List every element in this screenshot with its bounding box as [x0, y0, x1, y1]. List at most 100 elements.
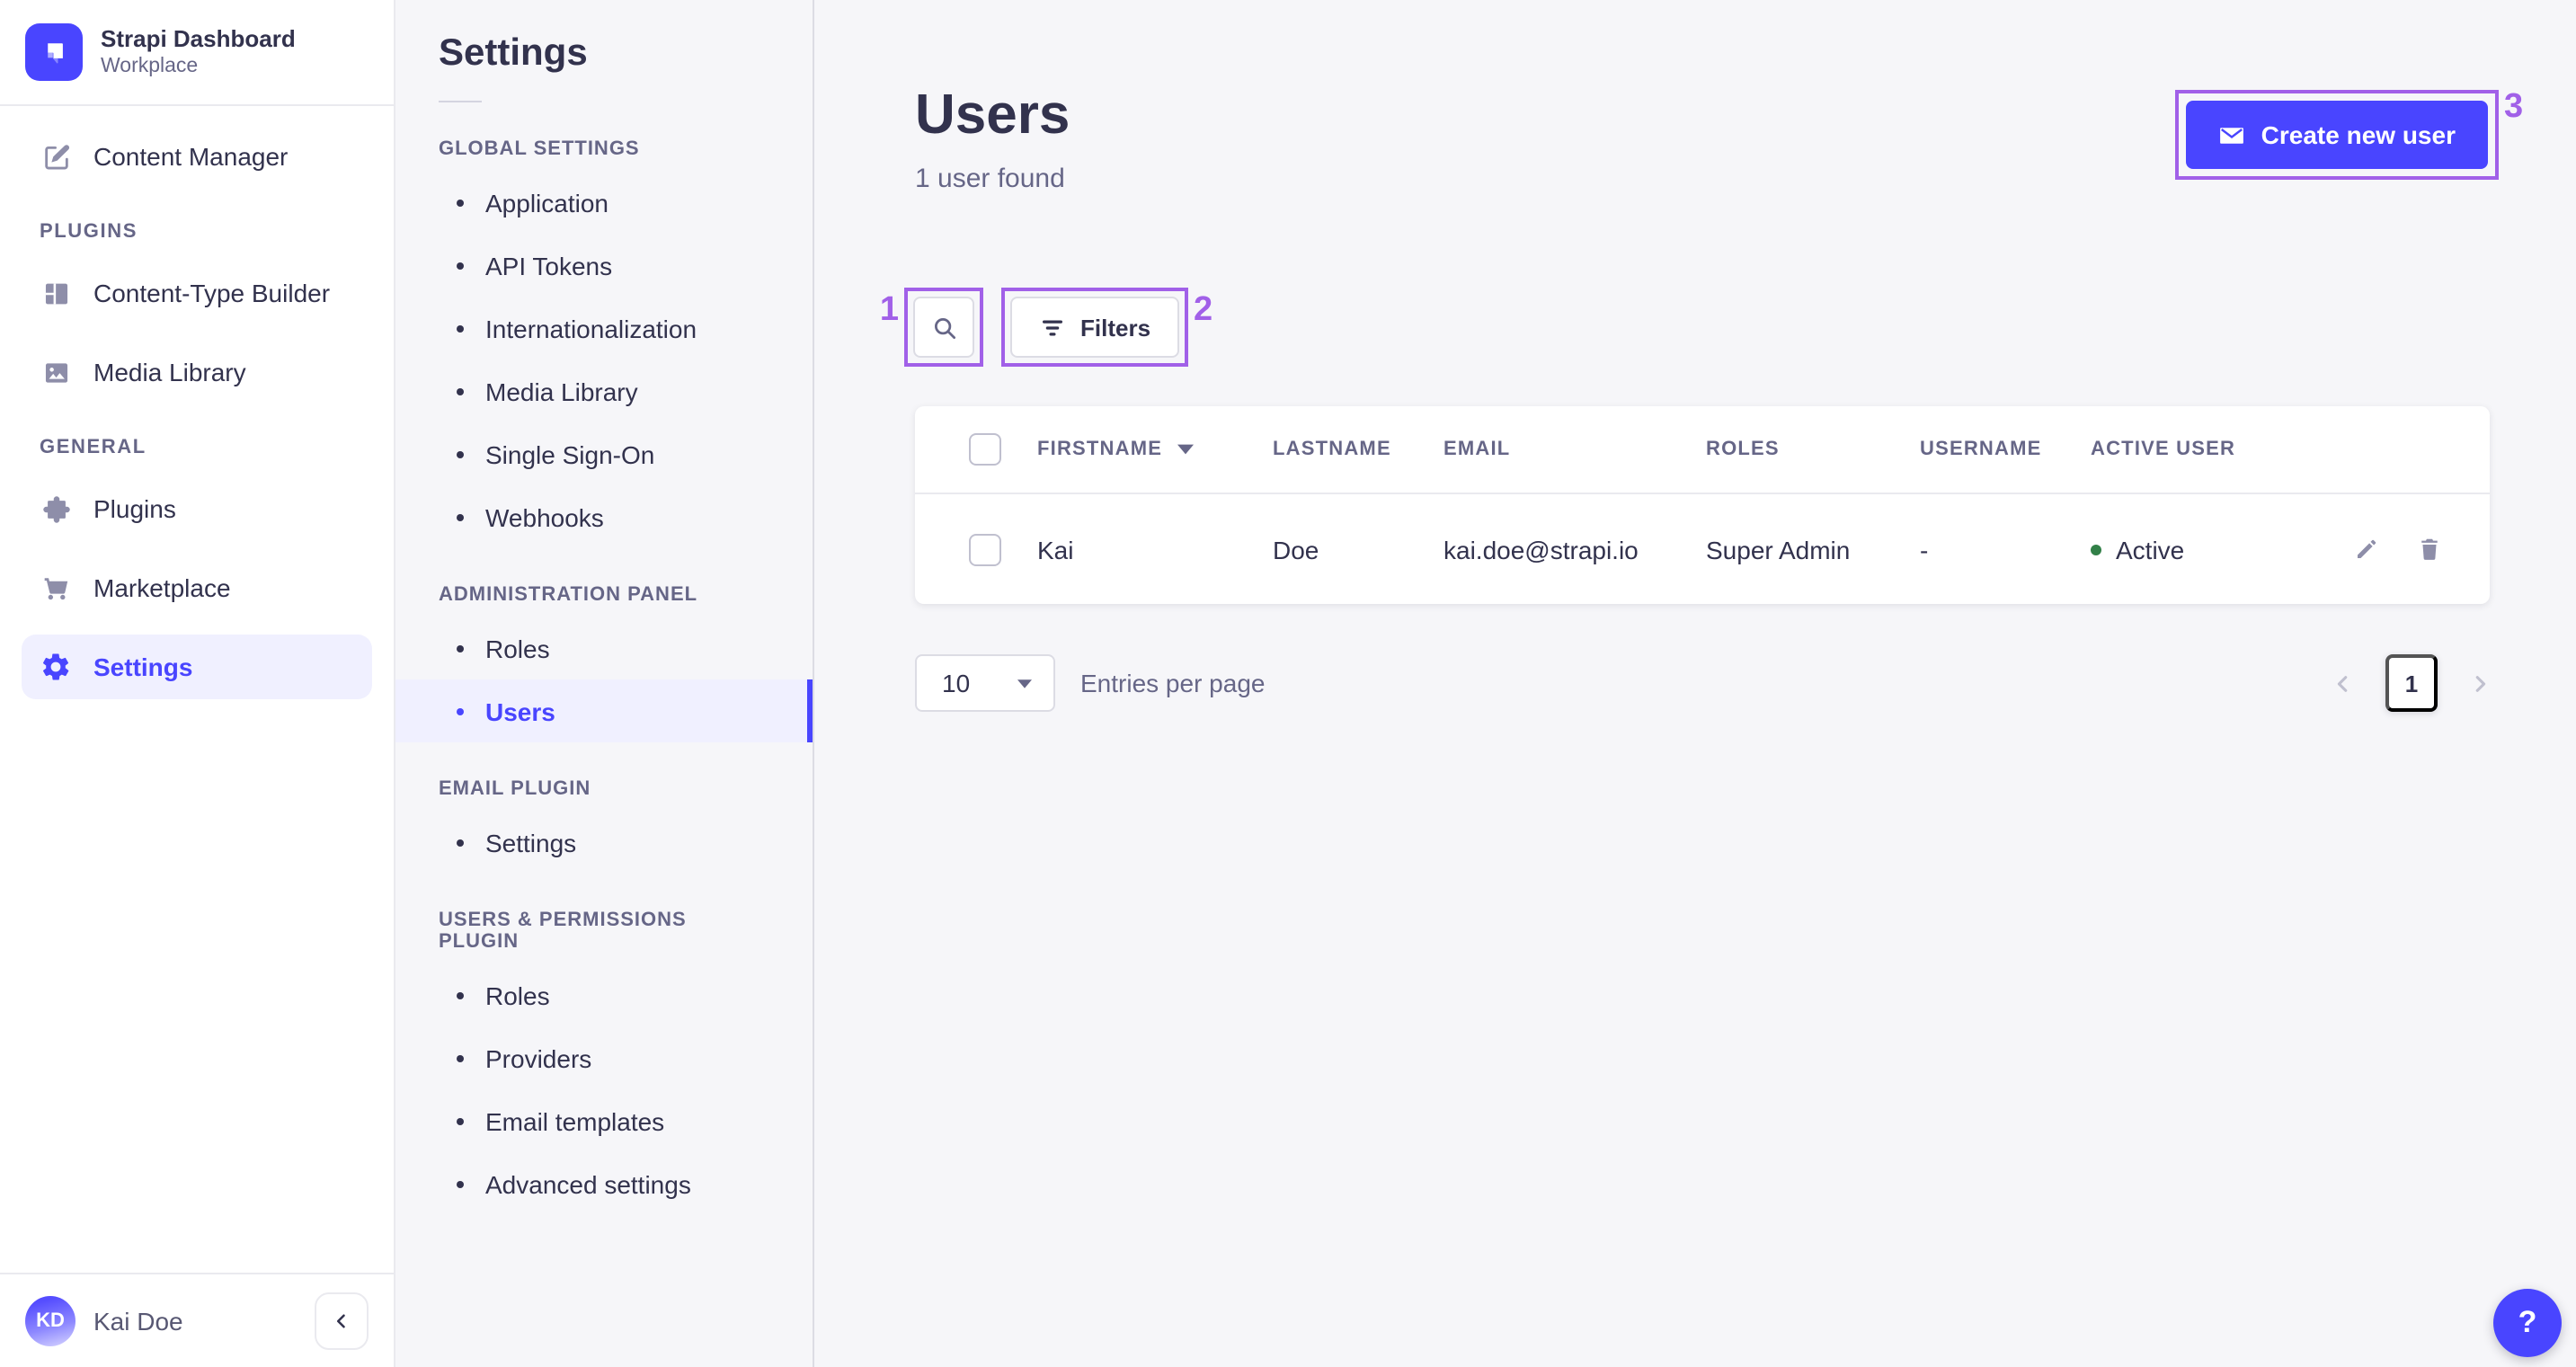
subnav-item-admin-users[interactable]: Users	[395, 679, 813, 742]
edit-user-button[interactable]	[2349, 532, 2384, 566]
brand-text: Strapi Dashboard Workplace	[101, 24, 296, 79]
subnav-section-global-settings: GLOBAL SETTINGS	[439, 138, 640, 160]
bullet-icon	[457, 1180, 464, 1187]
subnav-section-email-plugin: EMAIL PLUGIN	[439, 778, 591, 800]
filter-icon	[1039, 314, 1066, 341]
cell-email: kai.doe@strapi.io	[1443, 535, 1639, 564]
workspace-brand[interactable]: Strapi Dashboard Workplace	[0, 0, 394, 106]
subnav-list-users-permissions: Roles Providers Email templates Advanced…	[395, 963, 813, 1215]
page-1-button[interactable]: 1	[2385, 654, 2438, 712]
bullet-icon	[457, 839, 464, 846]
row-checkbox[interactable]	[969, 533, 1001, 565]
puzzle-icon	[40, 493, 72, 524]
subnav-section-users-permissions-plugin: USERS & PERMISSIONS PLUGIN	[439, 910, 687, 953]
subnav-item-email-settings[interactable]: Settings	[395, 811, 813, 874]
workspace-title: Strapi Dashboard	[101, 24, 296, 52]
filters-button[interactable]: Filters	[1010, 297, 1180, 358]
cell-lastname: Doe	[1273, 535, 1319, 564]
subnav-item-media-library[interactable]: Media Library	[395, 360, 813, 422]
users-table: FIRSTNAME LASTNAME EMAIL ROLES USERNAME …	[915, 406, 2490, 604]
next-page-button[interactable]	[2470, 673, 2490, 693]
column-header-lastname[interactable]: LASTNAME	[1273, 439, 1443, 460]
sidebar-item-content-manager[interactable]: Content Manager	[22, 124, 372, 189]
cell-username: -	[1920, 535, 1929, 564]
list-toolbar: 1 2 Filters	[880, 288, 2490, 367]
bullet-icon	[457, 513, 464, 520]
picture-icon	[40, 357, 72, 387]
subnav-item-internationalization[interactable]: Internationalization	[395, 297, 813, 360]
entries-per-page-label: Entries per page	[1080, 669, 1266, 697]
help-button[interactable]: ?	[2493, 1288, 2562, 1356]
users-count-text: 1 user found	[915, 164, 1065, 194]
sidebar-item-content-type-builder[interactable]: Content-Type Builder	[22, 261, 372, 325]
delete-user-button[interactable]	[2412, 532, 2447, 566]
subnav-item-up-roles[interactable]: Roles	[395, 963, 813, 1026]
subnav-item-admin-roles[interactable]: Roles	[395, 617, 813, 679]
column-header-roles[interactable]: ROLES	[1706, 439, 1920, 460]
envelope-icon	[2218, 121, 2245, 148]
sidebar-item-label: Settings	[93, 652, 193, 681]
column-header-email[interactable]: EMAIL	[1443, 439, 1706, 460]
bullet-icon	[457, 387, 464, 395]
subnav-section-administration-panel: ADMINISTRATION PANEL	[439, 584, 698, 606]
sidebar-item-label: Content Manager	[93, 142, 289, 171]
sidebar-item-label: Content-Type Builder	[93, 279, 331, 307]
subnav-item-webhooks[interactable]: Webhooks	[395, 485, 813, 548]
table-header-row: FIRSTNAME LASTNAME EMAIL ROLES USERNAME …	[915, 406, 2490, 493]
annotation-box-1: 1	[880, 288, 983, 367]
subnav-item-application[interactable]: Application	[395, 171, 813, 234]
create-new-user-label: Create new user	[2261, 120, 2456, 149]
user-avatar[interactable]: KD	[25, 1295, 76, 1345]
collapse-sidebar-button[interactable]	[315, 1292, 369, 1349]
pagination-bar: 10 Entries per page 1	[915, 654, 2490, 712]
bullet-icon	[457, 450, 464, 457]
subnav-item-single-sign-on[interactable]: Single Sign-On	[395, 422, 813, 485]
strapi-admin-app: Strapi Dashboard Workplace Content Manag…	[0, 0, 2576, 1367]
create-new-user-button[interactable]: Create new user	[2185, 101, 2488, 169]
page-header: Users 1 user found 3 Create new user	[915, 83, 2523, 194]
bullet-icon	[457, 262, 464, 269]
previous-page-button[interactable]	[2333, 673, 2353, 693]
sidebar-item-marketplace[interactable]: Marketplace	[22, 555, 372, 620]
active-status-dot-icon	[2091, 544, 2101, 555]
sort-descending-icon[interactable]	[1177, 444, 1194, 455]
annotation-number-1: 1	[879, 291, 899, 329]
entries-per-page-select[interactable]: 10	[915, 654, 1055, 712]
column-header-active-user[interactable]: ACTIVE USER	[2091, 439, 2303, 460]
sidebar-nav: Content Manager PLUGINS Content-Type Bui…	[0, 106, 394, 1272]
sidebar-item-label: Plugins	[93, 494, 176, 523]
filters-label: Filters	[1080, 314, 1151, 341]
subnav-list-administration-panel: Roles Users	[395, 617, 813, 742]
page-title: Users	[915, 83, 1070, 146]
column-header-firstname[interactable]: FIRSTNAME	[1037, 439, 1273, 460]
status-label: Active	[2116, 535, 2185, 564]
shopping-cart-icon	[40, 573, 72, 603]
trash-icon	[2416, 536, 2443, 563]
subnav-list-global-settings: Application API Tokens Internationalizat…	[395, 171, 813, 548]
layout-icon	[40, 278, 72, 308]
strapi-logo-icon	[25, 23, 83, 81]
column-header-username[interactable]: USERNAME	[1920, 439, 2091, 460]
cell-roles: Super Admin	[1706, 535, 1851, 564]
sidebar-item-plugins[interactable]: Plugins	[22, 476, 372, 541]
bullet-icon	[457, 1117, 464, 1124]
user-name: Kai Doe	[93, 1306, 183, 1335]
subnav-item-api-tokens[interactable]: API Tokens	[395, 234, 813, 297]
annotation-box-2: 2 Filters	[1001, 288, 1212, 367]
caret-down-icon	[1017, 679, 1032, 688]
entries-per-page-value: 10	[942, 669, 971, 697]
feather-pen-icon	[40, 141, 72, 172]
subnav-item-up-providers[interactable]: Providers	[395, 1026, 813, 1089]
subnav-item-up-advanced-settings[interactable]: Advanced settings	[395, 1152, 813, 1215]
sidebar-footer: KD Kai Doe	[0, 1272, 394, 1367]
chevron-left-icon	[333, 1311, 351, 1329]
sidebar-item-settings[interactable]: Settings	[22, 635, 372, 699]
bullet-icon	[457, 199, 464, 206]
search-button[interactable]	[913, 297, 974, 358]
select-all-checkbox[interactable]	[969, 433, 1001, 466]
sidebar-item-media-library[interactable]: Media Library	[22, 340, 372, 404]
table-row[interactable]: Kai Doe kai.doe@strapi.io Super Admin - …	[915, 493, 2490, 604]
subnav-item-up-email-templates[interactable]: Email templates	[395, 1089, 813, 1152]
workspace-subtitle: Workplace	[101, 55, 199, 77]
search-icon	[930, 314, 957, 341]
